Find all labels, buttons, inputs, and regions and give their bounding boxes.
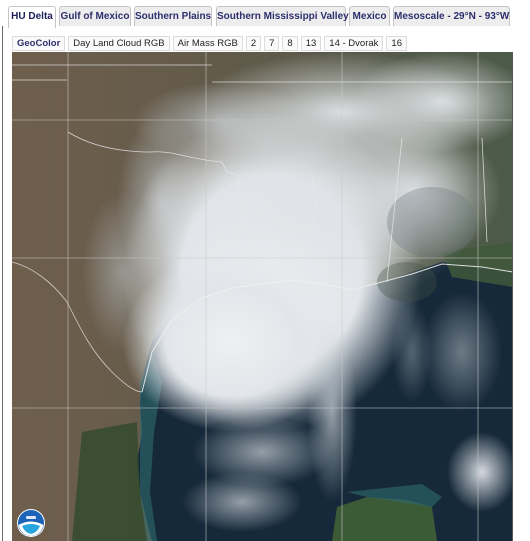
band-geocolor[interactable]: GeoColor [12, 36, 66, 51]
mexico-lowlands [72, 422, 147, 541]
band-selector: GeoColor Day Land Cloud RGB Air Mass RGB… [12, 36, 407, 52]
band-8[interactable]: 8 [282, 36, 298, 51]
band-14-dvorak[interactable]: 14 - Dvorak [324, 36, 384, 51]
band-2[interactable]: 2 [245, 36, 262, 51]
noaa-logo-icon [17, 509, 45, 537]
tab-hu-delta[interactable]: HU Delta [8, 6, 56, 28]
band-16[interactable]: 16 [386, 36, 407, 51]
tab-mesoscale[interactable]: Mesoscale - 29°N - 93°W [393, 6, 510, 27]
tab-gulf-of-mexico[interactable]: Gulf of Mexico [59, 6, 131, 27]
tab-mexico[interactable]: Mexico [349, 6, 390, 27]
band-air-mass-rgb[interactable]: Air Mass RGB [172, 36, 243, 51]
band-7[interactable]: 7 [264, 36, 280, 51]
band-day-land-cloud-rgb[interactable]: Day Land Cloud RGB [68, 36, 170, 51]
region-tab-bar: HU Delta Gulf of Mexico Southern Plains … [0, 0, 530, 28]
band-13[interactable]: 13 [300, 36, 322, 51]
tab-southern-mississippi-valley[interactable]: Southern Mississippi Valley [216, 6, 349, 27]
tab-southern-plains[interactable]: Southern Plains [134, 6, 212, 27]
satellite-image[interactable] [12, 52, 513, 541]
